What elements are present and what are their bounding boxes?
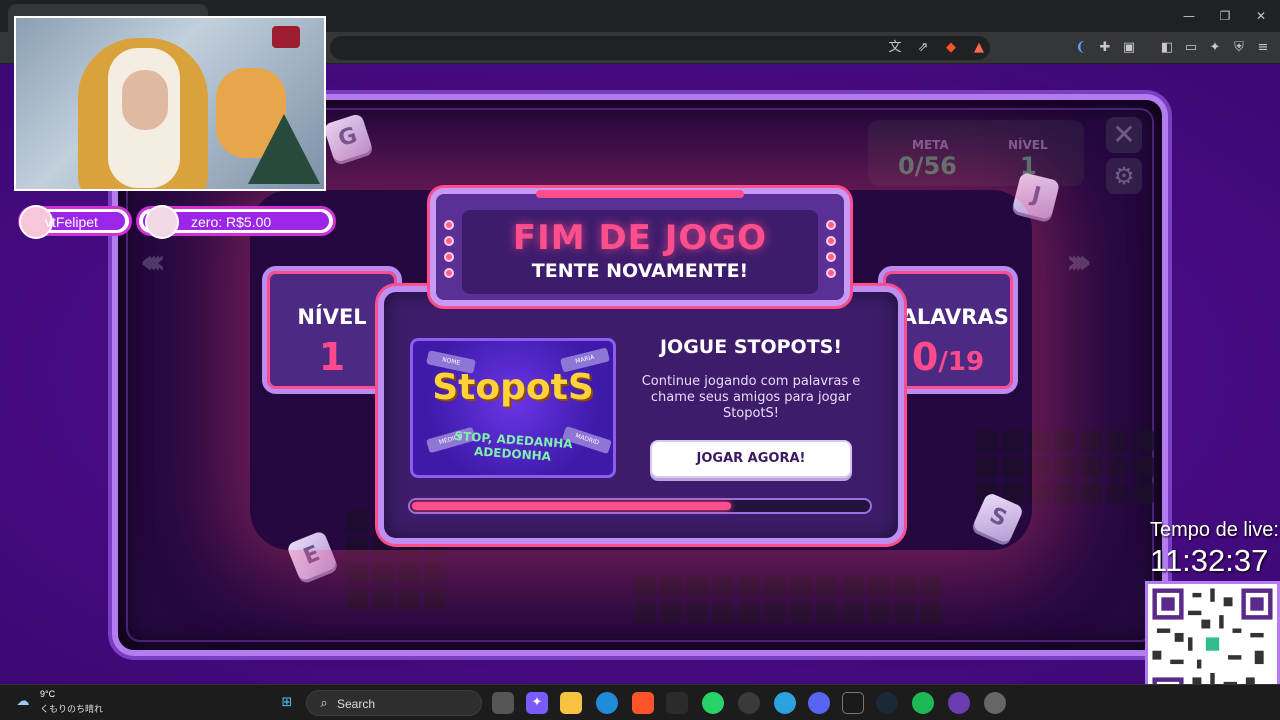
brave-rewards-icon[interactable]: ▲: [970, 39, 988, 57]
menu-icon[interactable]: ≡: [1254, 39, 1272, 57]
webcam-bow: [272, 26, 300, 48]
wallet-icon[interactable]: ▭: [1182, 39, 1200, 57]
discord-icon[interactable]: [808, 692, 830, 714]
brave-icon[interactable]: [632, 692, 654, 714]
tab-search-icon[interactable]: ▣: [1120, 39, 1138, 57]
weather-cloud-icon[interactable]: ☁: [12, 691, 34, 713]
settings-icon[interactable]: [984, 692, 1006, 714]
taskbar-search[interactable]: ⌕ Search: [306, 690, 482, 716]
streamer-webcam: [14, 16, 326, 191]
capcut-icon[interactable]: [842, 692, 864, 714]
vpn-icon[interactable]: ⛨: [1230, 39, 1248, 57]
game-over-title: FIM DE JOGO: [512, 218, 768, 258]
windows-start-icon[interactable]: ⊞: [276, 692, 298, 714]
search-label: Search: [337, 697, 376, 711]
live-time-value: 11:32:37: [1150, 543, 1269, 578]
stopots-logo: StopotS: [432, 367, 594, 408]
weather-description[interactable]: くもりのち晴れ: [40, 702, 103, 715]
share-icon[interactable]: ⇗: [914, 39, 932, 57]
ghost-letter-grid: [634, 576, 942, 624]
webcam-face: [122, 70, 168, 130]
donor-avatar: [145, 205, 179, 239]
copilot-icon[interactable]: ✦: [526, 692, 548, 714]
hud-level-label: NÍVEL: [1008, 138, 1048, 152]
marquee-lights-left: [444, 220, 456, 284]
stopots-promo-image[interactable]: NOME MARIA MÉDICO MADRID StopotS STOP, A…: [410, 338, 616, 478]
close-game-icon[interactable]: ✕: [1106, 117, 1142, 153]
windows-taskbar: ☁ 9°C くもりのち晴れ ⊞ ⌕ Search ✦: [0, 684, 1280, 720]
app-icon[interactable]: [948, 692, 970, 714]
telegram-icon[interactable]: [774, 692, 796, 714]
meta-value: 0/56: [898, 152, 957, 180]
chat-user-pill: vtFelipet: [18, 205, 132, 239]
modal-header: FIM DE JOGO TENTE NOVAMENTE!: [430, 188, 850, 306]
task-view-icon[interactable]: [492, 692, 514, 714]
steam-icon[interactable]: [876, 692, 898, 714]
file-explorer-icon[interactable]: [560, 692, 582, 714]
weather-temperature[interactable]: 9°C: [40, 689, 55, 699]
marquee-lights-right: [826, 220, 838, 284]
play-now-button[interactable]: JOGAR AGORA!: [650, 440, 852, 478]
sidebar-icon[interactable]: ◧: [1158, 39, 1176, 57]
header-accent-bar: [536, 190, 744, 198]
left-arrows-decoration: ‹‹‹‹: [140, 242, 166, 282]
words-found: 0: [911, 335, 939, 379]
try-again-subtitle: TENTE NOVAMENTE!: [531, 260, 749, 282]
store-icon[interactable]: [666, 692, 688, 714]
cta-description: Continue jogando com palavras e chame se…: [641, 374, 861, 421]
cta-title: JOGUE STOPOTS!: [659, 336, 843, 358]
brave-shield-icon[interactable]: ◆: [942, 39, 960, 57]
translate-icon[interactable]: 文: [886, 39, 904, 57]
webcam-christmas-tree: [248, 114, 320, 184]
donation-text: zero: R$5.00: [191, 214, 272, 230]
audio-icon[interactable]: ❨: [1072, 39, 1090, 57]
extensions-icon[interactable]: ✚: [1096, 39, 1114, 57]
obs-icon[interactable]: [738, 692, 760, 714]
chat-username: vtFelipet: [45, 214, 98, 230]
words-total: /19: [938, 347, 985, 377]
header-inner: FIM DE JOGO TENTE NOVAMENTE!: [462, 210, 818, 294]
maximize-button[interactable]: ❐: [1210, 6, 1240, 26]
progress-fill: [412, 502, 731, 510]
whatsapp-icon[interactable]: [702, 692, 724, 714]
search-icon: ⌕: [320, 696, 328, 711]
settings-gear-icon[interactable]: ⚙: [1106, 158, 1142, 194]
hud-panel: META 0/56 NÍVEL 1: [868, 120, 1084, 186]
progress-bar: [408, 498, 872, 514]
spotify-icon[interactable]: [912, 692, 934, 714]
meta-label: META: [912, 138, 949, 152]
right-arrows-decoration: ››››: [1066, 242, 1092, 282]
close-window-button[interactable]: ✕: [1246, 6, 1276, 26]
minimize-button[interactable]: —: [1174, 6, 1204, 26]
donation-pill: zero: R$5.00: [136, 205, 336, 239]
leo-ai-icon[interactable]: ✦: [1206, 39, 1224, 57]
edge-icon[interactable]: [596, 692, 618, 714]
live-time-label: Tempo de live:: [1150, 519, 1279, 541]
